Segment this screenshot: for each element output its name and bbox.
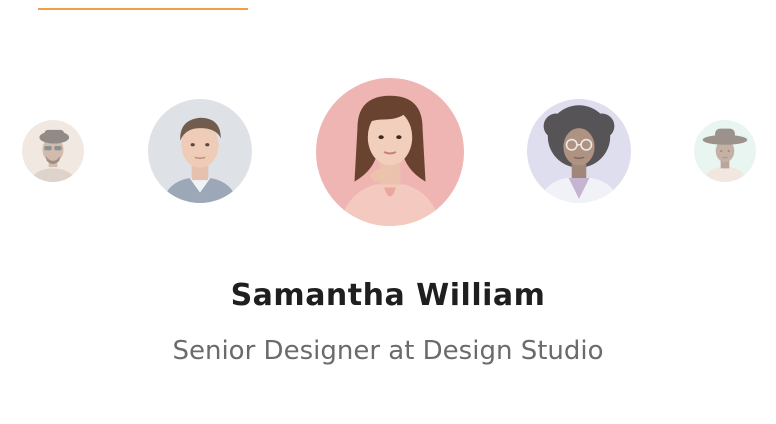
testimonial-author-name: Samantha William <box>230 278 546 313</box>
woman-with-hat-avatar-icon <box>694 120 756 182</box>
avatar-far-right[interactable] <box>694 120 756 182</box>
man-with-hat-sunglasses-avatar-icon <box>22 120 84 182</box>
avatar-right[interactable] <box>527 99 631 203</box>
testimonial-carousel: Samantha William Senior Designer at Desi… <box>0 0 776 424</box>
avatar-center-active[interactable] <box>316 78 464 226</box>
accent-divider <box>38 8 248 10</box>
woman-pink-background-avatar-icon <box>316 78 464 226</box>
young-man-avatar-icon <box>148 99 252 203</box>
woman-curly-hair-glasses-avatar-icon <box>527 99 631 203</box>
testimonial-author-role: Senior Designer at Design Studio <box>172 336 604 366</box>
avatar-left[interactable] <box>148 99 252 203</box>
avatar-far-left[interactable] <box>22 120 84 182</box>
